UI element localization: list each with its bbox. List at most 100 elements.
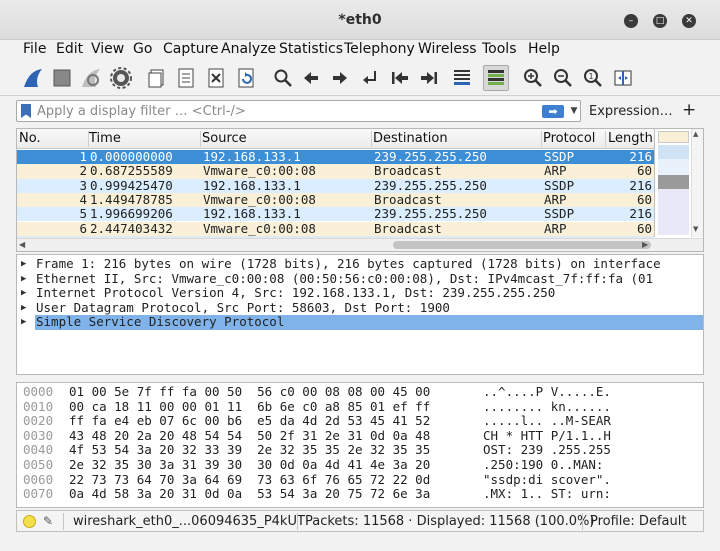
packet-row[interactable]: 1 0.000000000 192.168.133.1 239.255.255.250… — [17, 150, 654, 165]
bytes-row[interactable]: 0070 0a 4d 58 3a 20 31 0d 0a 53 54 3a 20 … — [17, 487, 703, 502]
first-packet-icon[interactable] — [387, 65, 413, 91]
menu-wireless[interactable]: Wireless — [418, 41, 477, 57]
bytes-row[interactable]: 0050 2e 32 35 30 3a 31 39 30 30 0d 0a 4d … — [17, 457, 703, 473]
bytes-row[interactable]: 0040 4f 53 54 3a 20 32 33 39 2e 32 35 35 … — [17, 443, 703, 458]
add-filter-button[interactable]: + — [682, 100, 696, 120]
packet-list-vertical-scrollbar[interactable]: ▲ ▼ — [691, 129, 703, 237]
bytes-row[interactable]: 0060 22 73 73 64 70 3a 64 69 73 63 6f 76 … — [17, 471, 703, 488]
expert-info-led-icon[interactable] — [23, 515, 36, 528]
bytes-hex: 43 48 20 2a 20 48 54 54 50 2f 31 2e 31 0… — [69, 427, 431, 443]
column-header-time[interactable]: Time — [89, 131, 201, 147]
expand-triangle-icon[interactable]: ▶ — [21, 315, 26, 330]
packet-row[interactable]: 4 1.449478785 Vmware_c0:00:08 Broadcast ARP 6… — [17, 191, 654, 208]
packet-list-header: No. Time Source Destination Protocol Len… — [17, 129, 654, 149]
close-file-icon[interactable] — [203, 65, 229, 91]
apply-filter-arrow-icon[interactable]: ➡ — [542, 105, 564, 118]
reload-file-icon[interactable] — [233, 65, 259, 91]
packet-cell-protocol: SSDP — [544, 177, 575, 193]
zoom-in-icon[interactable] — [520, 65, 546, 91]
capture-options-gear-icon[interactable] — [108, 65, 134, 91]
profile-status[interactable]: Profile: Default — [590, 514, 686, 529]
expand-triangle-icon[interactable]: ▶ — [21, 286, 26, 301]
detail-row-ethernet[interactable]: ▶ Ethernet II, Src: Vmware_c0:00:08 (00:… — [17, 271, 703, 287]
detail-row-ipv4[interactable]: ▶ Internet Protocol Version 4, Src: 192.… — [17, 285, 703, 301]
bytes-hex: 22 73 73 64 70 3a 64 69 73 63 6f 76 65 7… — [69, 471, 431, 487]
display-filter-input[interactable]: Apply a display filter … <Ctrl-/> ➡ ▼ — [16, 100, 581, 122]
shark-fin-start-icon[interactable] — [20, 65, 46, 91]
packet-row[interactable]: 6 2.447403432 Vmware_c0:00:08 Broadcast ARP 6… — [17, 220, 654, 236]
menu-go[interactable]: Go — [133, 41, 152, 57]
packet-cell-no: 5 — [79, 206, 87, 222]
go-to-packet-icon[interactable] — [357, 65, 383, 91]
column-header-length[interactable]: Length — [608, 131, 654, 147]
bytes-offset: 0040 — [23, 442, 54, 458]
open-file-icon[interactable] — [144, 65, 170, 91]
packet-cell-time: 1.449478785 — [90, 191, 173, 207]
bytes-hex: 0a 4d 58 3a 20 31 0d 0a 53 54 3a 20 75 7… — [69, 486, 431, 502]
column-header-destination[interactable]: Destination — [373, 131, 542, 147]
packet-cell-source: Vmware_c0:00:08 — [203, 220, 316, 236]
expand-triangle-icon[interactable]: ▶ — [21, 272, 26, 287]
expand-triangle-icon[interactable]: ▶ — [21, 257, 26, 272]
bytes-row[interactable]: 0020 ff fa e4 eb 07 6c 00 b6 e5 da 4d 2d … — [17, 414, 703, 429]
go-forward-arrow-icon[interactable] — [327, 65, 353, 91]
packet-row[interactable]: 3 0.999425470 192.168.133.1 239.255.255.250… — [17, 177, 654, 193]
column-header-no[interactable]: No. — [19, 131, 89, 147]
bytes-ascii: CH * HTT P/1.1..H — [483, 427, 611, 443]
packet-cell-time: 1.996699206 — [90, 206, 173, 222]
filter-dropdown-chevron-icon[interactable]: ▼ — [568, 103, 580, 119]
menu-file[interactable]: File — [23, 41, 46, 57]
zoom-normal-icon[interactable]: 1 — [580, 65, 606, 91]
bookmark-icon[interactable] — [21, 104, 31, 118]
save-file-icon[interactable] — [173, 65, 199, 91]
last-packet-icon[interactable] — [416, 65, 442, 91]
expression-button[interactable]: Expression… — [589, 104, 673, 119]
capture-comment-edit-icon[interactable]: ✎ — [43, 514, 53, 528]
menu-edit[interactable]: Edit — [56, 41, 83, 57]
column-header-protocol[interactable]: Protocol — [543, 131, 606, 147]
packet-cell-protocol: ARP — [544, 163, 567, 179]
bytes-hex: ff fa e4 eb 07 6c 00 b6 e5 da 4d 2d 53 4… — [69, 413, 431, 429]
packet-minimap[interactable] — [654, 129, 691, 237]
menu-bar: File Edit View Go Capture Analyze Statis… — [0, 40, 720, 60]
stop-capture-icon[interactable] — [49, 65, 75, 91]
close-icon[interactable]: ✕ — [682, 14, 696, 28]
zoom-out-icon[interactable] — [550, 65, 576, 91]
expand-triangle-icon[interactable]: ▶ — [21, 301, 26, 316]
menu-analyze[interactable]: Analyze — [221, 41, 276, 57]
menu-help[interactable]: Help — [528, 41, 560, 57]
bytes-row[interactable]: 0010 00 ca 18 11 00 00 01 11 6b 6e c0 a8 … — [17, 398, 703, 415]
bytes-row[interactable]: 0000 01 00 5e 7f ff fa 00 50 56 c0 00 08 … — [17, 384, 703, 400]
maximize-icon[interactable]: □ — [653, 14, 667, 28]
menu-tools[interactable]: Tools — [482, 41, 517, 57]
menu-telephony[interactable]: Telephony — [344, 41, 415, 57]
detail-row-frame[interactable]: ▶ Frame 1: 216 bytes on wire (1728 bits)… — [17, 256, 703, 272]
packet-cell-no: 6 — [79, 220, 87, 236]
bytes-offset: 0020 — [23, 413, 54, 429]
menu-capture[interactable]: Capture — [163, 41, 219, 57]
menu-statistics[interactable]: Statistics — [279, 41, 343, 57]
packet-cell-length: 60 — [636, 191, 652, 207]
detail-row-udp[interactable]: ▶ User Datagram Protocol, Src Port: 5860… — [17, 300, 703, 316]
packet-cell-destination: Broadcast — [374, 163, 442, 179]
find-packet-search-icon[interactable] — [270, 65, 296, 91]
auto-scroll-icon[interactable] — [449, 65, 475, 91]
resize-columns-icon[interactable] — [610, 65, 636, 91]
minimize-icon[interactable]: – — [624, 14, 638, 28]
packet-cell-no: 3 — [79, 177, 87, 193]
packet-cell-no: 2 — [79, 163, 87, 179]
restart-capture-icon[interactable] — [78, 65, 104, 91]
colorize-packets-icon[interactable] — [483, 65, 509, 91]
column-header-source[interactable]: Source — [202, 131, 372, 147]
detail-row-ssdp[interactable]: ▶ Simple Service Discovery Protocol — [17, 314, 703, 330]
packet-list-horizontal-scrollbar[interactable]: ◀ ▶ — [17, 238, 703, 251]
capture-file-name: wireshark_eth0_...06094635_P4kUT — [73, 514, 305, 529]
packet-cell-source: Vmware_c0:00:08 — [203, 163, 316, 179]
bytes-ascii: ........ kn...... — [483, 398, 611, 414]
display-filter-bar: Apply a display filter … <Ctrl-/> ➡ ▼ Ex… — [0, 97, 720, 125]
go-back-arrow-icon[interactable] — [298, 65, 324, 91]
packet-row[interactable]: 2 0.687255589 Vmware_c0:00:08 Broadcast ARP 6… — [17, 163, 654, 179]
bytes-row[interactable]: 0030 43 48 20 2a 20 48 54 54 50 2f 31 2e … — [17, 427, 703, 444]
packet-row[interactable]: 5 1.996699206 192.168.133.1 239.255.255.250… — [17, 206, 654, 222]
menu-view[interactable]: View — [91, 41, 124, 57]
